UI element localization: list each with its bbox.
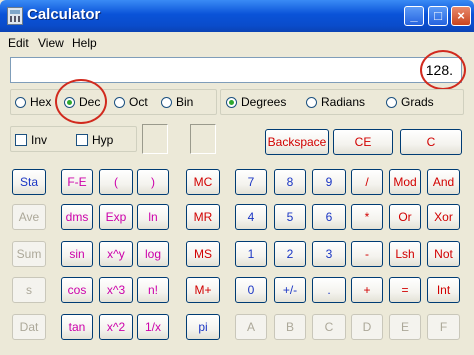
divide-button[interactable]: /	[351, 169, 383, 195]
m-plus-button[interactable]: M+	[186, 277, 220, 303]
digit-6-button[interactable]: 6	[312, 204, 346, 230]
sign-toggle-button[interactable]: +/-	[274, 277, 306, 303]
checkbox-hyp-box	[76, 134, 88, 146]
checkbox-inv-box	[15, 134, 27, 146]
menu-bar: Edit View Help	[0, 32, 474, 54]
sin-button[interactable]: sin	[61, 241, 93, 267]
menu-view[interactable]: View	[38, 36, 64, 50]
mod-button[interactable]: Mod	[389, 169, 421, 195]
digit-4-button[interactable]: 4	[235, 204, 267, 230]
checkbox-hyp-label: Hyp	[92, 133, 114, 147]
checkbox-inv[interactable]: Inv	[15, 133, 47, 147]
or-button[interactable]: Or	[389, 204, 421, 230]
radio-bin-label: Bin	[176, 95, 194, 109]
digit-9-button[interactable]: 9	[312, 169, 346, 195]
log-button[interactable]: log	[137, 241, 169, 267]
calculator-icon	[7, 7, 23, 25]
subtract-button[interactable]: -	[351, 241, 383, 267]
digit-2-button[interactable]: 2	[274, 241, 306, 267]
radio-oct[interactable]: Oct	[114, 95, 148, 109]
radio-degrees-label: Degrees	[241, 95, 287, 109]
reciprocal-button[interactable]: 1/x	[137, 314, 169, 340]
digit-0-button[interactable]: 0	[235, 277, 267, 303]
exp-button[interactable]: Exp	[99, 204, 133, 230]
minimize-button[interactable]: _	[404, 6, 424, 26]
lsh-button[interactable]: Lsh	[389, 241, 421, 267]
radio-oct-label: Oct	[129, 95, 148, 109]
digit-8-button[interactable]: 8	[274, 169, 306, 195]
tan-button[interactable]: tan	[61, 314, 93, 340]
maximize-button[interactable]: □	[428, 6, 448, 26]
checkbox-hyp[interactable]: Hyp	[76, 133, 113, 147]
ln-button[interactable]: ln	[137, 204, 169, 230]
hex-f-button[interactable]: F	[427, 314, 460, 340]
radio-bin-indicator	[161, 97, 172, 108]
xor-button[interactable]: Xor	[427, 204, 460, 230]
radio-radians[interactable]: Radians	[306, 95, 365, 109]
digit-7-button[interactable]: 7	[235, 169, 267, 195]
dat-button[interactable]: Dat	[12, 314, 46, 340]
dms-button[interactable]: dms	[61, 204, 93, 230]
decimal-point-button[interactable]: .	[312, 277, 346, 303]
radio-radians-label: Radians	[321, 95, 366, 109]
x-pow-y-button[interactable]: x^y	[99, 241, 133, 267]
radio-grads[interactable]: Grads	[386, 95, 434, 109]
x-cubed-button[interactable]: x^3	[99, 277, 133, 303]
factorial-button[interactable]: n!	[137, 277, 169, 303]
radio-grads-label: Grads	[401, 95, 434, 109]
memory-indicator	[190, 124, 216, 154]
digit-3-button[interactable]: 3	[312, 241, 346, 267]
parenthesis-indicator	[142, 124, 168, 154]
fe-button[interactable]: F-E	[61, 169, 93, 195]
close-button[interactable]: ×	[451, 6, 471, 26]
and-button[interactable]: And	[427, 169, 460, 195]
mr-button[interactable]: MR	[186, 204, 220, 230]
open-paren-button[interactable]: (	[99, 169, 133, 195]
not-button[interactable]: Not	[427, 241, 460, 267]
ms-button[interactable]: MS	[186, 241, 220, 267]
close-paren-button[interactable]: )	[137, 169, 169, 195]
radio-radians-indicator	[306, 97, 317, 108]
annotation-circle-dec	[55, 79, 107, 124]
hex-a-button[interactable]: A	[235, 314, 267, 340]
s-button[interactable]: s	[12, 277, 46, 303]
radio-oct-indicator	[114, 97, 125, 108]
digit-5-button[interactable]: 5	[274, 204, 306, 230]
window-title: Calculator	[27, 6, 101, 23]
hex-d-button[interactable]: D	[351, 314, 383, 340]
calculator-window: Calculator _ □ × Edit View Help 12 8. Hex…	[0, 0, 474, 355]
int-button[interactable]: Int	[427, 277, 460, 303]
sum-button[interactable]: Sum	[12, 241, 46, 267]
hex-b-button[interactable]: B	[274, 314, 306, 340]
radio-degrees[interactable]: Degrees	[226, 95, 286, 109]
radio-hex-indicator	[15, 97, 26, 108]
radio-degrees-indicator	[226, 97, 237, 108]
cos-button[interactable]: cos	[61, 277, 93, 303]
title-bar[interactable]: Calculator _ □ ×	[0, 0, 474, 32]
mc-button[interactable]: MC	[186, 169, 220, 195]
pi-button[interactable]: pi	[186, 314, 220, 340]
clear-button[interactable]: C	[400, 129, 462, 155]
checkbox-inv-label: Inv	[31, 133, 48, 147]
backspace-button[interactable]: Backspace	[265, 129, 329, 155]
x-squared-button[interactable]: x^2	[99, 314, 133, 340]
radio-grads-indicator	[386, 97, 397, 108]
radio-hex[interactable]: Hex	[15, 95, 51, 109]
ave-button[interactable]: Ave	[12, 204, 46, 230]
menu-edit[interactable]: Edit	[8, 36, 29, 50]
radio-hex-label: Hex	[30, 95, 52, 109]
ce-button[interactable]: CE	[333, 129, 393, 155]
hex-c-button[interactable]: C	[312, 314, 346, 340]
radio-bin[interactable]: Bin	[161, 95, 193, 109]
annotation-circle-display	[420, 50, 466, 90]
equals-button[interactable]: =	[389, 277, 421, 303]
hex-e-button[interactable]: E	[389, 314, 421, 340]
add-button[interactable]: +	[351, 277, 383, 303]
multiply-button[interactable]: *	[351, 204, 383, 230]
sta-button[interactable]: Sta	[12, 169, 46, 195]
menu-help[interactable]: Help	[72, 36, 97, 50]
digit-1-button[interactable]: 1	[235, 241, 267, 267]
